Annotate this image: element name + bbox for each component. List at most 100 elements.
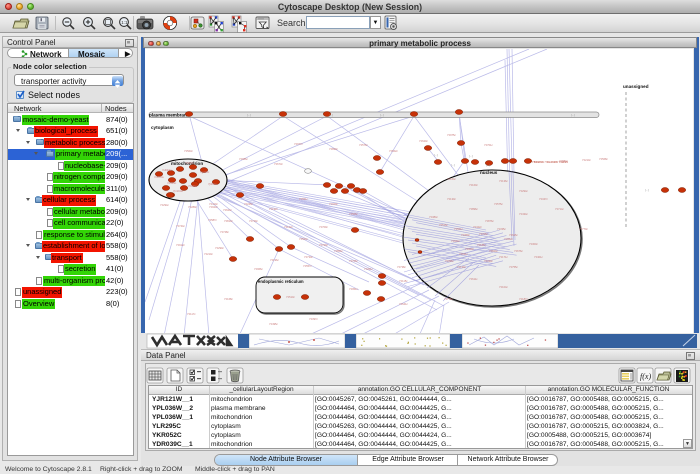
- svg-text:Ylr290c: Ylr290c: [215, 246, 224, 250]
- svg-text:[...]: [...]: [571, 113, 575, 117]
- svg-text:Ylr744c: Ylr744c: [176, 224, 185, 228]
- svg-text:Ylr168c: Ylr168c: [224, 297, 233, 301]
- svg-text:Ylr495c: Ylr495c: [269, 322, 278, 326]
- svg-text:Ylr738c: Ylr738c: [397, 265, 406, 269]
- svg-text:Ylr960c: Ylr960c: [465, 247, 474, 251]
- svg-text:Ylr810c: Ylr810c: [224, 219, 233, 223]
- svg-text:Ylr728c: Ylr728c: [220, 230, 229, 234]
- svg-text:Ylr631c: Ylr631c: [459, 252, 468, 256]
- svg-text:Ylr164c: Ylr164c: [447, 177, 456, 181]
- svg-text:Ylr730c: Ylr730c: [304, 255, 313, 259]
- svg-text:Ylr769c: Ylr769c: [319, 243, 328, 247]
- svg-text:Ylr986c: Ylr986c: [239, 157, 248, 161]
- svg-text:Ylr422c: Ylr422c: [473, 225, 482, 229]
- svg-text:Yel024w: Yel024w: [162, 169, 172, 172]
- svg-text:Ylr384c: Ylr384c: [429, 215, 438, 219]
- svg-text:Ylr563c: Ylr563c: [184, 149, 193, 153]
- svg-text:Ygr183c: Ygr183c: [200, 171, 210, 174]
- svg-text:Ylr673c: Ylr673c: [274, 162, 283, 166]
- svg-text:Ylr587c: Ylr587c: [208, 218, 217, 222]
- svg-text:Ylr187c: Ylr187c: [519, 297, 528, 301]
- svg-text:Ylr171c: Ylr171c: [499, 255, 508, 259]
- svg-text:Ylr676c: Ylr676c: [514, 249, 523, 253]
- svg-text:Ylr929c: Ylr929c: [329, 202, 338, 206]
- svg-text:Ylr335c: Ylr335c: [497, 227, 506, 231]
- svg-text:Ylr912c: Ylr912c: [176, 243, 185, 247]
- svg-text:Ylr975c: Ylr975c: [447, 133, 456, 137]
- svg-text:Ylr755c: Ylr755c: [509, 265, 518, 269]
- svg-text:Ylr977c: Ylr977c: [294, 142, 303, 146]
- svg-text:Ylr856c: Ylr856c: [334, 249, 343, 253]
- svg-text:Ylr641c: Ylr641c: [399, 302, 408, 306]
- svg-text:Ypr191w: Ypr191w: [173, 190, 183, 193]
- svg-text:Ylr185c: Ylr185c: [477, 243, 486, 247]
- svg-text:Ylr294c: Ylr294c: [519, 189, 528, 193]
- svg-text:[...]: [...]: [380, 113, 384, 117]
- svg-text:[...]: [...]: [329, 113, 333, 117]
- svg-text:Ylr130c: Ylr130c: [457, 265, 466, 269]
- svg-text:Ylr294c: Ylr294c: [160, 203, 169, 207]
- svg-text:Ylr339c: Ylr339c: [484, 259, 493, 263]
- svg-text:Ylr611c: Ylr611c: [469, 277, 478, 281]
- svg-text:Ylr778c: Ylr778c: [444, 297, 453, 301]
- svg-text:Ylr620c: Ylr620c: [419, 139, 428, 143]
- svg-text:Ylr347c: Ylr347c: [539, 197, 548, 201]
- svg-text:Ylr210c: Ylr210c: [582, 158, 591, 162]
- svg-text:Ybl045c: Ybl045c: [185, 162, 195, 165]
- svg-text:Ylr395c: Ylr395c: [445, 259, 454, 263]
- svg-text:Yfr033c: Yfr033c: [188, 185, 197, 188]
- svg-text:Ylr196c: Ylr196c: [270, 258, 279, 262]
- svg-text:nucleus: nucleus: [480, 170, 498, 175]
- svg-text:Ylr714c: Ylr714c: [555, 207, 564, 211]
- svg-text:Ylr899c: Ylr899c: [329, 147, 338, 151]
- svg-text:unassigned: unassigned: [623, 84, 649, 89]
- svg-text:Ylr104c: Ylr104c: [499, 285, 508, 289]
- svg-text:Ylr360c: Ylr360c: [461, 233, 470, 237]
- svg-text:Ylr510c: Ylr510c: [286, 295, 295, 299]
- svg-text:1:1: 1:1: [121, 20, 128, 25]
- svg-text:Ylr136c: Ylr136c: [499, 179, 508, 183]
- svg-text:Ylr824c: Ylr824c: [489, 249, 498, 253]
- svg-text:Ylr160c: Ylr160c: [469, 183, 478, 187]
- svg-text:Yjl166w: Yjl166w: [208, 183, 217, 186]
- svg-text:Ylr563c: Ylr563c: [299, 237, 308, 241]
- svg-text:Ylr709c: Ylr709c: [319, 225, 328, 229]
- svg-text:Ylr115c: Ylr115c: [399, 279, 408, 283]
- svg-text:Ylr300c: Ylr300c: [529, 242, 538, 246]
- svg-text:Ylr142c: Ylr142c: [284, 225, 293, 229]
- svg-text:Ylr562c: Ylr562c: [389, 149, 398, 153]
- svg-text:endoplasmic reticulum: endoplasmic reticulum: [258, 279, 304, 284]
- svg-text:[...]: [...]: [469, 154, 473, 158]
- svg-text:Ylr701c: Ylr701c: [484, 143, 493, 147]
- svg-text:Ylr749c: Ylr749c: [249, 219, 258, 223]
- svg-text:plasma membrane: plasma membrane: [149, 113, 190, 118]
- svg-text:f(x): f(x): [640, 372, 651, 381]
- svg-text:Ylr261c: Ylr261c: [364, 267, 373, 271]
- svg-text:Ylr397c: Ylr397c: [309, 317, 318, 321]
- svg-text:Ylr884c: Ylr884c: [559, 159, 568, 163]
- svg-text:Ylr551c: Ylr551c: [454, 227, 463, 231]
- svg-text:Ylr765c: Ylr765c: [349, 259, 358, 263]
- svg-text:Ylr245c: Ylr245c: [244, 202, 253, 206]
- svg-text:Ylr876c: Ylr876c: [485, 219, 494, 223]
- svg-text:Ylr770c: Ylr770c: [579, 227, 588, 231]
- svg-text:Ylr625c: Ylr625c: [509, 233, 518, 237]
- svg-text:Ylr130c: Ylr130c: [447, 197, 456, 201]
- svg-text:Ylr117c: Ylr117c: [187, 312, 196, 316]
- svg-text:[...]: [...]: [451, 163, 455, 167]
- svg-text:Ylr896c: Ylr896c: [469, 207, 478, 211]
- svg-text:[...]: [...]: [247, 113, 251, 117]
- svg-text:Ylr410c: Ylr410c: [209, 202, 218, 206]
- svg-text:Ylr210c: Ylr210c: [204, 252, 213, 256]
- svg-text:Ylr434c: Ylr434c: [519, 212, 528, 216]
- svg-text:[...]: [...]: [434, 153, 438, 157]
- svg-text:Ylr624c: Ylr624c: [223, 208, 232, 212]
- svg-text:Ylr289c: Ylr289c: [188, 205, 197, 209]
- svg-text:Yor065w: Yor065w: [154, 176, 164, 179]
- svg-text:Ylr966c: Ylr966c: [254, 267, 263, 271]
- svg-text:Ylr568c: Ylr568c: [599, 157, 608, 161]
- svg-text:Ylr951c: Ylr951c: [349, 287, 358, 291]
- svg-text:Ylr575c: Ylr575c: [494, 202, 503, 206]
- svg-text:Ylr664c: Ylr664c: [451, 239, 460, 243]
- svg-text:Ylr516c: Ylr516c: [439, 223, 448, 227]
